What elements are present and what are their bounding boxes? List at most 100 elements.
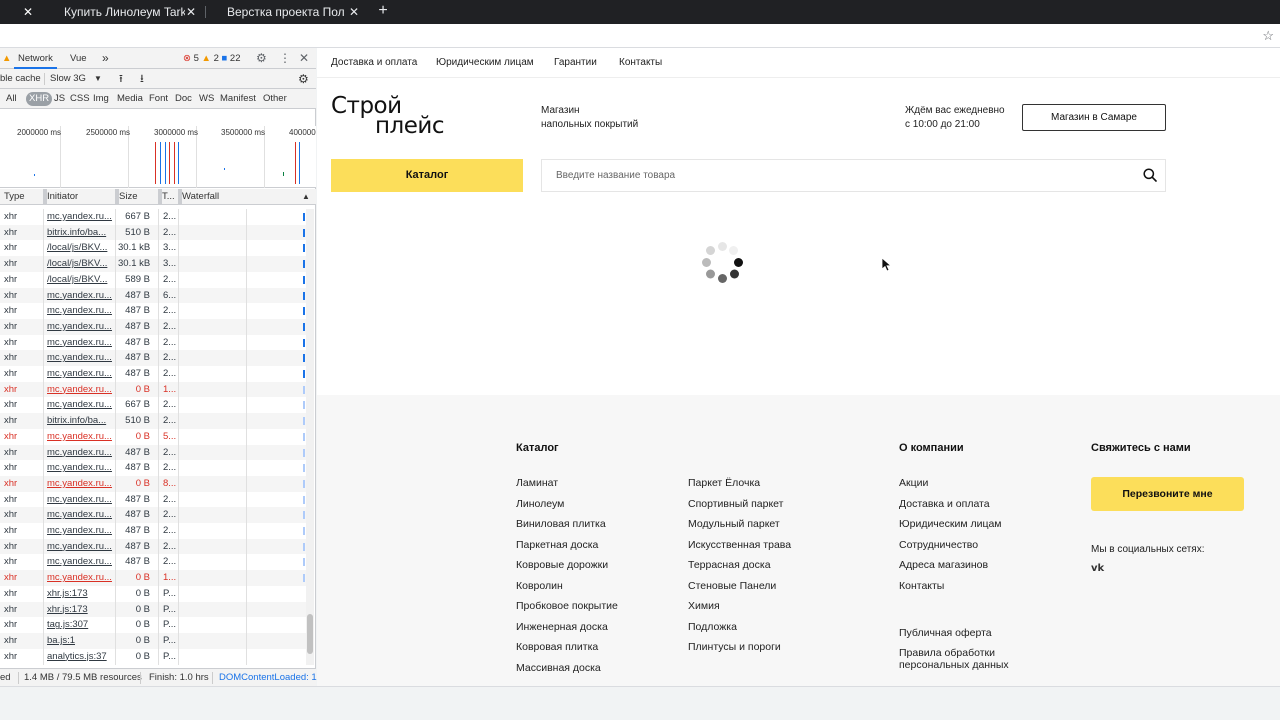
- footer-catalog-link[interactable]: Ламинат: [516, 477, 558, 489]
- request-row[interactable]: xhr mc.yandex.ru... 487 B 2...: [0, 507, 306, 523]
- col-type-header[interactable]: Type: [0, 189, 25, 205]
- request-row[interactable]: xhr mc.yandex.ru... 487 B 2...: [0, 554, 306, 570]
- footer-catalog-link[interactable]: Террасная доска: [688, 559, 771, 571]
- col-initiator-header[interactable]: Initiator: [43, 189, 78, 205]
- request-initiator[interactable]: mc.yandex.ru...: [47, 303, 113, 319]
- request-initiator[interactable]: mc.yandex.ru...: [47, 382, 113, 398]
- request-initiator[interactable]: mc.yandex.ru...: [47, 335, 113, 351]
- request-row[interactable]: xhr mc.yandex.ru... 487 B 2...: [0, 444, 306, 461]
- request-row[interactable]: xhr mc.yandex.ru... 487 B 2...: [0, 366, 306, 382]
- new-tab-button[interactable]: +: [375, 3, 391, 19]
- sort-asc-icon[interactable]: ▲: [298, 189, 310, 205]
- close-devtools-icon[interactable]: ✕: [299, 48, 309, 69]
- request-row[interactable]: xhr mc.yandex.ru... 487 B 2...: [0, 538, 306, 555]
- request-row[interactable]: xhr bitrix.info/ba... 510 B 2...: [0, 413, 306, 429]
- more-tabs-icon[interactable]: »: [102, 48, 109, 69]
- close-icon[interactable]: ✕: [20, 4, 36, 20]
- nav-delivery[interactable]: Доставка и оплата: [331, 48, 417, 78]
- request-row[interactable]: xhr tag.js:307 0 B P...: [0, 617, 306, 633]
- request-initiator[interactable]: tag.js:307: [47, 617, 113, 633]
- tab-network[interactable]: Network: [14, 48, 57, 69]
- footer-catalog-link[interactable]: Подложка: [688, 621, 737, 633]
- filter-js[interactable]: JS: [51, 92, 68, 106]
- request-row[interactable]: xhr/local/js/BKV... 30.1 kB 3...: [0, 256, 306, 272]
- kebab-menu-icon[interactable]: ⋮: [279, 48, 291, 69]
- request-initiator[interactable]: mc.yandex.ru...: [47, 570, 113, 586]
- request-row[interactable]: xhr mc.yandex.ru... 667 B 2...: [0, 209, 306, 225]
- filter-doc[interactable]: Doc: [172, 92, 195, 106]
- catalog-button[interactable]: Каталог: [331, 159, 523, 192]
- request-row[interactable]: xhr xhr.js:173 0 B P...: [0, 586, 306, 602]
- request-initiator[interactable]: ba.js:1: [47, 633, 113, 649]
- filter-img[interactable]: Img: [90, 92, 112, 106]
- settings-gear-icon[interactable]: ⚙: [298, 69, 309, 89]
- footer-catalog-link[interactable]: Пробковое покрытие: [516, 600, 618, 612]
- filter-xhr[interactable]: XHR: [26, 92, 53, 106]
- footer-catalog-link[interactable]: Модульный паркет: [688, 518, 780, 530]
- footer-catalog-link[interactable]: Линолеум: [516, 498, 564, 510]
- request-row[interactable]: xhr mc.yandex.ru... 487 B 2...: [0, 460, 306, 476]
- filter-ws[interactable]: WS: [196, 92, 217, 106]
- request-initiator[interactable]: /local/js/BKV...: [47, 240, 113, 256]
- browser-tab[interactable]: Купить Линолеум Tarkett ✕: [50, 0, 200, 24]
- request-row[interactable]: xhr mc.yandex.ru... 487 B 2...: [0, 335, 306, 351]
- callback-button[interactable]: Перезвоните мне: [1091, 477, 1244, 511]
- error-count[interactable]: ⊗ 5 ▲ 2 ■ 22: [183, 48, 241, 69]
- download-icon[interactable]: ⭳: [140, 69, 144, 89]
- footer-company-link[interactable]: Доставка и оплата: [899, 498, 990, 510]
- footer-catalog-link[interactable]: Плинтусы и пороги: [688, 641, 781, 653]
- tab-vue[interactable]: Vue: [70, 48, 87, 69]
- browser-tab[interactable]: Верстка проекта Пол ми ✕: [213, 0, 363, 24]
- search-icon[interactable]: [1143, 168, 1157, 182]
- request-row[interactable]: xhr xhr.js:173 0 B P...: [0, 601, 306, 618]
- request-row[interactable]: xhr ba.js:1 0 B P...: [0, 632, 306, 649]
- request-row[interactable]: xhr/local/js/BKV... 30.1 kB 3...: [0, 240, 306, 256]
- request-initiator[interactable]: xhr.js:173: [47, 586, 113, 602]
- request-initiator[interactable]: mc.yandex.ru...: [47, 539, 113, 555]
- request-row[interactable]: xhr mc.yandex.ru... 487 B 2...: [0, 350, 306, 366]
- request-initiator[interactable]: mc.yandex.ru...: [47, 319, 113, 335]
- col-waterfall-header[interactable]: Waterfall: [178, 189, 219, 205]
- request-initiator[interactable]: mc.yandex.ru...: [47, 492, 113, 508]
- footer-link-privacy[interactable]: Правила обработки персональных данных: [899, 647, 1009, 671]
- filter-other[interactable]: Other: [260, 92, 290, 106]
- footer-catalog-link[interactable]: Спортивный паркет: [688, 498, 783, 510]
- footer-catalog-link[interactable]: Инженерная доска: [516, 621, 608, 633]
- filter-manifest[interactable]: Manifest: [217, 92, 259, 106]
- filter-media[interactable]: Media: [114, 92, 146, 106]
- site-logo[interactable]: Строй плейс: [331, 95, 451, 138]
- request-initiator[interactable]: mc.yandex.ru...: [47, 507, 113, 523]
- nav-guarantees[interactable]: Гарантии: [554, 48, 597, 78]
- footer-catalog-link[interactable]: Искусственная трава: [688, 539, 791, 551]
- request-initiator[interactable]: mc.yandex.ru...: [47, 476, 113, 492]
- request-row[interactable]: xhr mc.yandex.ru... 487 B 6...: [0, 287, 306, 304]
- request-initiator[interactable]: analytics.js:37: [47, 649, 113, 665]
- footer-catalog-link[interactable]: Химия: [688, 600, 720, 612]
- request-initiator[interactable]: xhr.js:173: [47, 602, 113, 618]
- footer-company-link[interactable]: Адреса магазинов: [899, 559, 988, 571]
- request-initiator[interactable]: bitrix.info/ba...: [47, 225, 113, 241]
- store-city-button[interactable]: Магазин в Самаре: [1022, 104, 1166, 131]
- footer-catalog-link[interactable]: Стеновые Панели: [688, 580, 776, 592]
- filter-font[interactable]: Font: [146, 92, 171, 106]
- scrollbar[interactable]: [306, 209, 314, 665]
- footer-catalog-link[interactable]: Виниловая плитка: [516, 518, 606, 530]
- footer-catalog-link[interactable]: Ковровая плитка: [516, 641, 598, 653]
- request-initiator[interactable]: mc.yandex.ru...: [47, 429, 113, 445]
- nav-contacts[interactable]: Контакты: [619, 48, 662, 78]
- star-icon[interactable]: ☆: [1262, 28, 1274, 44]
- address-bar[interactable]: ☆: [0, 24, 1280, 48]
- request-row[interactable]: xhr mc.yandex.ru... 487 B 2...: [0, 523, 306, 539]
- footer-company-link[interactable]: Юридическим лицам: [899, 518, 1002, 530]
- disable-cache-checkbox[interactable]: ble cache: [0, 69, 41, 89]
- request-initiator[interactable]: mc.yandex.ru...: [47, 350, 113, 366]
- request-initiator[interactable]: /local/js/BKV...: [47, 256, 113, 272]
- footer-catalog-link[interactable]: Ковролин: [516, 580, 563, 592]
- request-row[interactable]: xhr mc.yandex.ru... 0 B 1...: [0, 381, 306, 398]
- request-initiator[interactable]: mc.yandex.ru...: [47, 366, 113, 382]
- footer-catalog-link[interactable]: Паркет Ёлочка: [688, 477, 760, 489]
- network-overview[interactable]: 2000000 ms 2500000 ms 3000000 ms 3500000…: [0, 126, 316, 188]
- request-row[interactable]: xhr mc.yandex.ru... 487 B 2...: [0, 492, 306, 508]
- request-row[interactable]: xhr mc.yandex.ru... 487 B 2...: [0, 318, 306, 335]
- request-row[interactable]: xhr mc.yandex.ru... 487 B 2...: [0, 303, 306, 319]
